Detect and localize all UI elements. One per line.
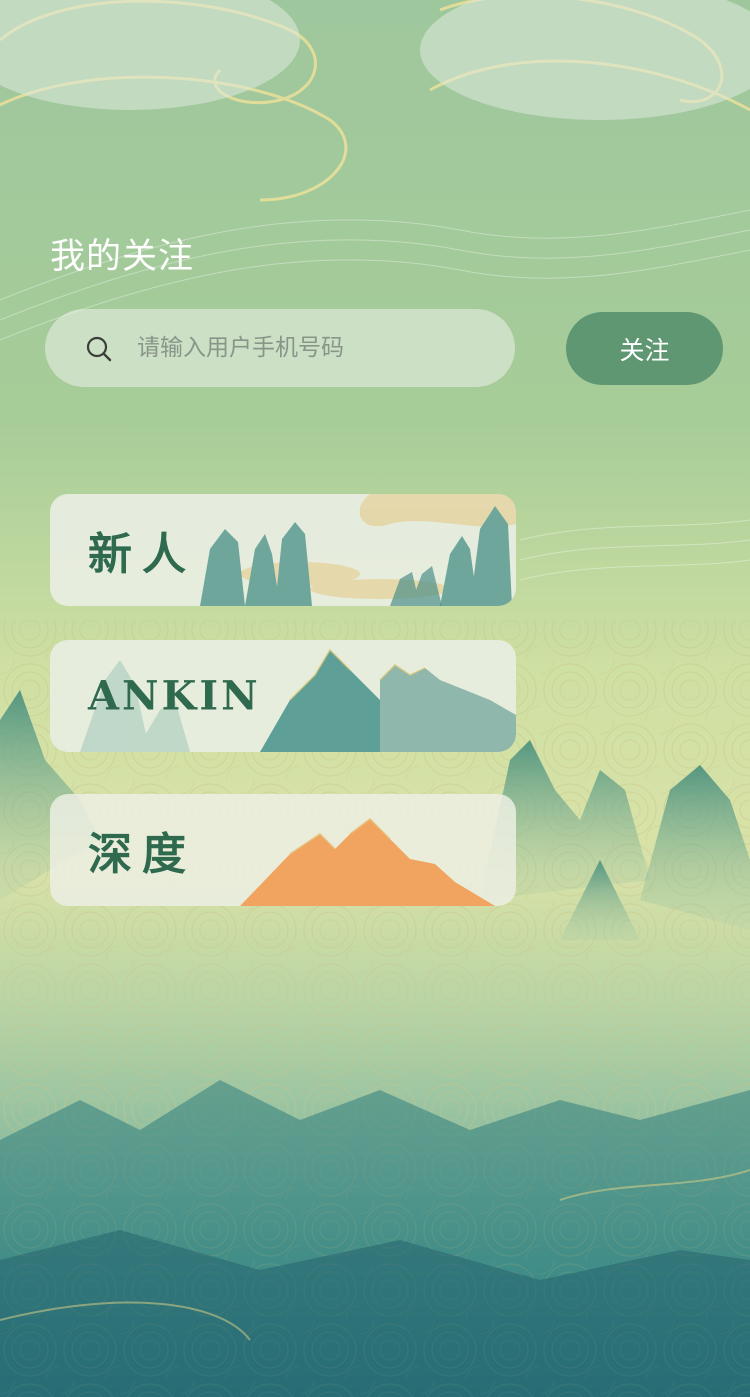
group-card-depth[interactable]: 深度 <box>50 794 516 906</box>
page-title: 我的关注 <box>50 237 195 277</box>
group-card-label: 新人 <box>88 529 196 580</box>
follow-group-list: 新人 ANKIN 深度 <box>50 494 516 940</box>
search-input[interactable] <box>137 323 487 373</box>
group-card-label: ANKIN <box>88 672 261 720</box>
search-bar[interactable] <box>45 309 515 387</box>
group-card-label: 深度 <box>88 829 196 880</box>
follow-button[interactable]: 关注 <box>566 312 723 385</box>
group-card-newcomer[interactable]: 新人 <box>50 494 516 606</box>
group-card-ankin[interactable]: ANKIN <box>50 640 516 752</box>
